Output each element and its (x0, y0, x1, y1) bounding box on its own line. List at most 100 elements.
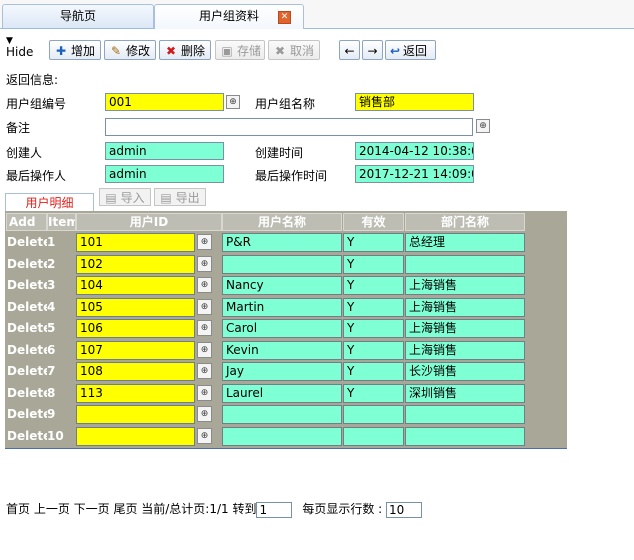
hide-toggle[interactable]: ▼ Hide (6, 37, 33, 59)
export-button[interactable]: ▤ 导出 (154, 188, 206, 206)
tab-bar: 导航页 用户组资料 ✕ (0, 0, 634, 29)
last-operator-field: admin (105, 165, 224, 183)
last-op-time-label: 最后操作时间 (255, 169, 328, 183)
export-icon: ▤ (160, 191, 172, 205)
user-id-input[interactable]: 113 (76, 383, 195, 403)
delete-label: 删除 (181, 44, 206, 58)
add-row-button[interactable]: Add (6, 213, 47, 231)
rows-per-page-input[interactable]: 10 (386, 501, 422, 518)
valid-cell (343, 405, 404, 424)
user-id-input[interactable]: 101 (76, 233, 195, 252)
delete-row-button[interactable]: Delete (6, 426, 47, 446)
pager-nav-text[interactable]: 首页 上一页 下一页 尾页 当前/总计页:1/1 转到 (6, 502, 256, 516)
lookup-icon[interactable]: ⊕ (226, 95, 240, 109)
group-name-label: 用户组名称 (255, 97, 316, 111)
delete-button[interactable]: ✖ 删除 (159, 40, 211, 60)
lookup-icon[interactable]: ⊕ (197, 255, 212, 272)
delete-row-button[interactable]: Delete (6, 383, 47, 403)
user-id-input[interactable] (76, 426, 195, 446)
delete-row-button[interactable]: Delete (6, 233, 47, 252)
return-icon: ↩ (390, 44, 401, 58)
tab-navigation[interactable]: 导航页 (2, 4, 154, 28)
prev-button[interactable]: ← (339, 40, 360, 60)
row-item-number: 4 (47, 297, 76, 317)
user-name-cell (222, 426, 342, 446)
dept-cell (405, 426, 525, 446)
next-button[interactable]: → (362, 40, 383, 60)
dept-cell: 上海销售 (405, 297, 525, 317)
group-no-field[interactable]: 001 (105, 93, 224, 111)
delete-row-button[interactable]: Delete (6, 405, 47, 424)
import-icon: ▤ (105, 191, 117, 205)
dept-cell: 上海销售 (405, 340, 525, 360)
last-operator-label: 最后操作人 (6, 169, 67, 183)
lookup-icon[interactable]: ⊕ (197, 277, 212, 293)
remark-label: 备注 (6, 121, 31, 135)
save-button[interactable]: ▣ 存储 (215, 40, 265, 60)
remark-field[interactable] (105, 118, 473, 136)
tab-user-detail[interactable]: 用户明细 (5, 193, 94, 211)
cancel-label: 取消 (290, 44, 315, 58)
row-item-number: 5 (47, 319, 76, 338)
pager: 首页 上一页 下一页 尾页 当前/总计页:1/1 转到 1 每页显示行数 : 10 (6, 500, 422, 518)
valid-cell: Y (343, 254, 404, 274)
header-valid: 有效 (343, 213, 404, 231)
row-item-number: 2 (47, 254, 76, 274)
edit-button[interactable]: ✎ 修改 (104, 40, 156, 60)
header-user-id: 用户ID (76, 213, 222, 231)
group-name-field[interactable]: 销售部 (355, 93, 474, 111)
creator-label: 创建人 (6, 146, 43, 160)
cancel-button[interactable]: ✖ 取消 (268, 40, 320, 60)
arrow-right-icon: → (367, 44, 378, 58)
valid-cell: Y (343, 276, 404, 295)
lookup-icon[interactable]: ⊕ (197, 406, 212, 422)
header-dept: 部门名称 (405, 213, 525, 231)
import-label: 导入 (120, 191, 145, 205)
delete-row-button[interactable]: Delete (6, 340, 47, 360)
tab-user-group[interactable]: 用户组资料 ✕ (154, 4, 304, 29)
import-button[interactable]: ▤ 导入 (99, 188, 151, 206)
back-label: 返回 (403, 44, 428, 58)
back-button[interactable]: ↩ 返回 (385, 40, 436, 60)
delete-row-button[interactable]: Delete (6, 319, 47, 338)
user-id-input[interactable]: 105 (76, 297, 195, 317)
lookup-icon[interactable]: ⊕ (197, 427, 212, 444)
delete-row-button[interactable]: Delete (6, 276, 47, 295)
export-label: 导出 (175, 191, 200, 205)
return-info-label: 返回信息: (6, 73, 59, 87)
add-button[interactable]: ✚ 增加 (49, 40, 101, 60)
valid-cell: Y (343, 297, 404, 317)
dept-cell: 总经理 (405, 233, 525, 252)
lookup-icon[interactable]: ⊕ (197, 234, 212, 250)
user-name-cell: P&R (222, 233, 342, 252)
row-item-number: 8 (47, 383, 76, 403)
lookup-icon[interactable]: ⊕ (197, 363, 212, 379)
row-item-number: 6 (47, 340, 76, 360)
edit-label: 修改 (126, 44, 151, 58)
user-id-input[interactable]: 107 (76, 340, 195, 360)
lookup-icon[interactable]: ⊕ (197, 298, 212, 315)
valid-cell: Y (343, 319, 404, 338)
goto-page-input[interactable]: 1 (256, 501, 293, 518)
lookup-icon[interactable]: ⊕ (197, 320, 212, 336)
user-id-input[interactable]: 108 (76, 362, 195, 381)
lookup-icon[interactable]: ⊕ (197, 384, 212, 401)
rows-per-page-label: 每页显示行数 : (302, 502, 383, 516)
user-id-input[interactable]: 102 (76, 254, 195, 274)
user-id-input[interactable]: 104 (76, 276, 195, 295)
user-id-input[interactable]: 106 (76, 319, 195, 338)
close-icon[interactable]: ✕ (278, 11, 291, 24)
lookup-icon[interactable]: ⊕ (197, 341, 212, 358)
dept-cell: 上海销售 (405, 319, 525, 338)
created-time-field: 2014-04-12 10:38:02 (355, 142, 474, 160)
last-op-time-field: 2017-12-21 14:09:05 (355, 165, 474, 183)
user-name-cell (222, 254, 342, 274)
user-name-cell: Kevin (222, 340, 342, 360)
delete-row-button[interactable]: Delete (6, 362, 47, 381)
user-id-input[interactable] (76, 405, 195, 424)
delete-row-button[interactable]: Delete (6, 254, 47, 274)
user-name-cell (222, 405, 342, 424)
delete-row-button[interactable]: Delete (6, 297, 47, 317)
lookup-icon[interactable]: ⊕ (476, 119, 490, 133)
save-icon: ▣ (221, 44, 233, 58)
